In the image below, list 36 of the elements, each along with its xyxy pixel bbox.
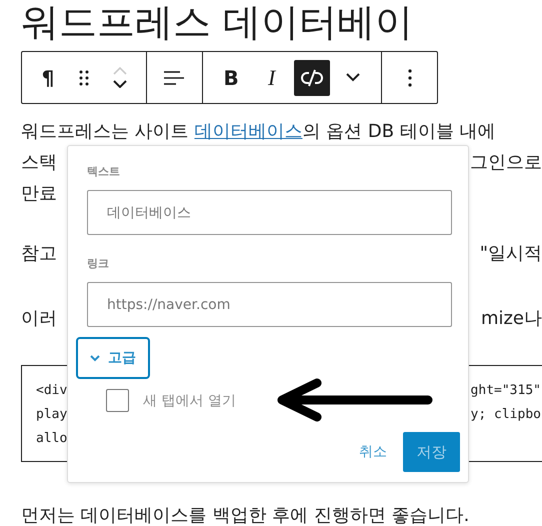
paragraph-text: 스택 — [21, 151, 57, 175]
move-down-icon[interactable] — [113, 80, 127, 88]
code-text: ght="315" — [470, 382, 541, 400]
italic-button[interactable]: I — [254, 60, 290, 96]
cancel-button[interactable]: 취소 — [359, 443, 387, 461]
paragraph-text: 먼저는 데이터베이스를 백업한 후에 진행하면 좋습니다. — [21, 504, 470, 526]
text-link[interactable]: 데이터베이스 — [194, 121, 302, 142]
checkbox-label: 새 탭에서 열기 — [143, 392, 236, 410]
code-text: allo — [36, 430, 68, 448]
more-options-icon[interactable] — [408, 68, 412, 86]
paragraph-text: 그인으로 — [470, 151, 542, 175]
align-left-icon[interactable] — [164, 70, 184, 86]
code-text: play — [36, 406, 68, 424]
paragraph-text: 이러 — [21, 307, 57, 331]
code-text: y; clipbo — [470, 406, 541, 424]
bold-button[interactable]: B — [213, 60, 250, 96]
advanced-toggle[interactable]: 고급 — [76, 337, 150, 379]
post-title: 워드프레스 데이터베이 — [21, 0, 414, 44]
text-field[interactable]: 데이터베이스 — [87, 190, 452, 235]
link-field[interactable]: https://naver.com — [87, 282, 452, 327]
paragraph-text: "일시적 — [480, 242, 542, 266]
new-tab-checkbox[interactable] — [106, 389, 129, 412]
unlink-button[interactable] — [294, 60, 330, 96]
paragraph-button[interactable]: ¶ — [30, 60, 66, 96]
drag-handle-icon[interactable] — [79, 70, 89, 86]
unlink-icon — [301, 68, 324, 86]
save-button[interactable]: 저장 — [403, 432, 460, 472]
code-text: <div — [36, 382, 68, 400]
paragraph-text: 만료 — [21, 182, 57, 206]
paragraph-text: mize나 — [480, 307, 542, 331]
field-label: 링크 — [87, 257, 109, 271]
paragraph-text: 워드프레스는 사이트 데이터베이스의 옵션 DB 테이블 내에 — [21, 120, 496, 144]
chevron-down-icon — [90, 354, 100, 362]
chevron-down-icon[interactable] — [346, 73, 360, 82]
paragraph-text: 참고 — [21, 242, 57, 266]
field-label: 텍스트 — [87, 165, 120, 179]
